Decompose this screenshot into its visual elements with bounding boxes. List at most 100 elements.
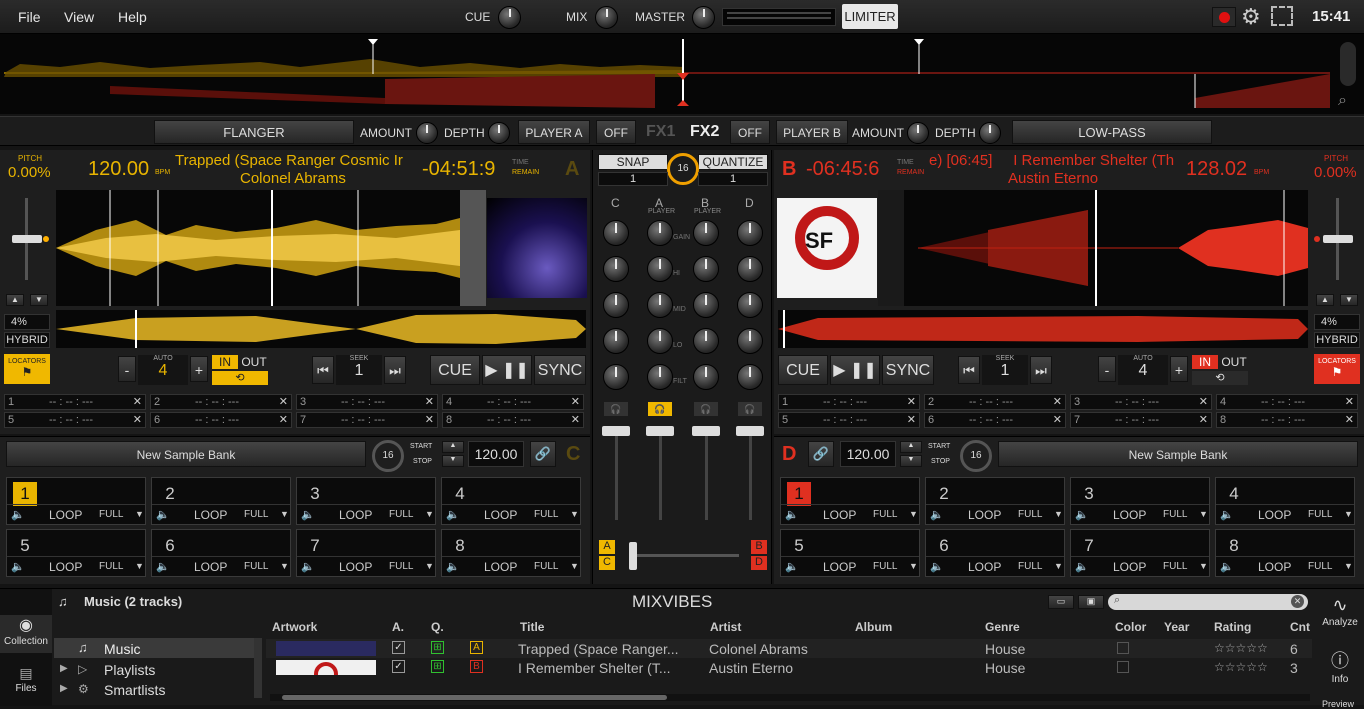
cue-volume-knob[interactable]	[498, 6, 521, 29]
mixer-filt-knob[interactable]	[603, 364, 629, 390]
deck-a-cue-delete-icon[interactable]: ✕	[571, 413, 580, 427]
mixer-gain-knob[interactable]	[603, 220, 629, 246]
mixer-mid-knob[interactable]	[603, 292, 629, 318]
deck-b-mode[interactable]: HYBRID	[1314, 332, 1360, 348]
tree-item-playlists[interactable]: ▶ ▷ Playlists	[54, 660, 254, 680]
mixer-channel-fader[interactable]	[736, 426, 764, 436]
deck-a-cue-delete-icon[interactable]: ✕	[571, 395, 580, 409]
deck-a-cue-delete-icon[interactable]: ✕	[279, 413, 288, 427]
deck-b-cue-delete-icon[interactable]: ✕	[1345, 413, 1354, 427]
mixer-gain-knob[interactable]	[737, 220, 763, 246]
sampler-d-pad-chevron-down-icon[interactable]: ▼	[1054, 561, 1063, 571]
sampler-c-pad-chevron-down-icon[interactable]: ▼	[135, 509, 144, 519]
sampler-c-pad-loop-button[interactable]: LOOP	[484, 560, 517, 574]
col-genre[interactable]: Genre	[985, 620, 1020, 634]
crossfader-b-assign[interactable]: B	[751, 540, 767, 554]
scrollbar-thumb[interactable]	[282, 695, 667, 700]
sampler-c-pad-loop-button[interactable]: LOOP	[339, 560, 372, 574]
row-color-swatch[interactable]	[1117, 661, 1129, 673]
mixer-headphone-cue-icon[interactable]: 🎧	[738, 402, 762, 416]
deck-a-mini-waveform[interactable]	[56, 310, 586, 348]
view-list-icon[interactable]: ▭	[1048, 595, 1074, 609]
search-input[interactable]: ⌕ ✕	[1108, 594, 1308, 610]
deck-a-loop-decrease[interactable]: -	[118, 356, 136, 382]
tree-item-smartlists[interactable]: ▶ ⚙ Smartlists	[54, 680, 254, 700]
sampler-d-pad-loop-button[interactable]: LOOP	[823, 560, 856, 574]
deck-b-cue-point[interactable]: 8 -- : -- : --- ✕	[1216, 412, 1358, 428]
sampler-d-pad-loop-button[interactable]: LOOP	[968, 508, 1001, 522]
fx2-effect-select[interactable]: LOW-PASS	[1012, 120, 1212, 144]
settings-gear-icon[interactable]: ⚙	[1241, 4, 1261, 30]
mix-knob[interactable]	[595, 6, 618, 29]
fx1-off-button[interactable]: OFF	[596, 120, 636, 144]
deck-b-pitch-range[interactable]: 4%	[1314, 314, 1360, 330]
deck-a-pitch-down[interactable]: ▼	[30, 294, 48, 306]
sampler-d-sample-pad[interactable]: 4 🔈 LOOP FULL ▼	[1215, 477, 1355, 525]
crossfader[interactable]	[629, 542, 637, 570]
sampler-d-pad-mode-select[interactable]: FULL	[1308, 561, 1332, 572]
sampler-d-bpm-down[interactable]: ▼	[900, 455, 922, 467]
deck-a-seek-forward[interactable]: ⏭	[384, 356, 406, 384]
deck-a-loop-in[interactable]: IN	[212, 355, 238, 369]
mixer-headphone-cue-icon[interactable]: 🎧	[648, 402, 672, 416]
fx1-depth-knob[interactable]	[488, 122, 510, 144]
sampler-c-pad-chevron-down-icon[interactable]: ▼	[280, 561, 289, 571]
fx2-amount-knob[interactable]	[907, 122, 929, 144]
expand-arrow-icon[interactable]: ▶	[60, 683, 68, 694]
deck-b-locators-button[interactable]: LOCATORS ⚑	[1314, 354, 1360, 384]
sampler-c-link-icon[interactable]: 🔗	[530, 441, 556, 467]
deck-b-auto-loop[interactable]: AUTO 4	[1118, 355, 1168, 385]
deck-b-loop-out[interactable]: OUT	[1220, 355, 1248, 369]
menu-file[interactable]: File	[18, 9, 41, 25]
deck-a-cue-point[interactable]: 1 -- : -- : --- ✕	[4, 394, 146, 410]
sampler-c-pad-chevron-down-icon[interactable]: ▼	[570, 561, 579, 571]
col-album[interactable]: Album	[855, 620, 892, 634]
sampler-c-pad-mode-select[interactable]: FULL	[389, 509, 413, 520]
mixer-filt-knob[interactable]	[647, 364, 673, 390]
sampler-d-sample-pad[interactable]: 3 🔈 LOOP FULL ▼	[1070, 477, 1210, 525]
sampler-d-pad-mode-select[interactable]: FULL	[1163, 561, 1187, 572]
sampler-c-bank-select[interactable]: New Sample Bank	[6, 441, 366, 467]
sampler-c-sample-pad[interactable]: 4 🔈 LOOP FULL ▼	[441, 477, 581, 525]
col-count[interactable]: Cnt	[1290, 620, 1310, 634]
sampler-d-pad-speaker-icon[interactable]: 🔈	[1075, 508, 1089, 521]
deck-b-cue-delete-icon[interactable]: ✕	[1053, 395, 1062, 409]
quantize-button[interactable]: QUANTIZE	[698, 154, 768, 170]
fx1-amount-knob[interactable]	[416, 122, 438, 144]
sampler-d-sample-pad[interactable]: 8 🔈 LOOP FULL ▼	[1215, 529, 1355, 577]
sampler-c-pad-mode-select[interactable]: FULL	[534, 561, 558, 572]
deck-b-mini-waveform[interactable]	[778, 310, 1308, 348]
mixer-lo-knob[interactable]	[693, 328, 719, 354]
sampler-d-pad-chevron-down-icon[interactable]: ▼	[1054, 509, 1063, 519]
quantize-value[interactable]: 1	[698, 172, 768, 186]
sampler-d-sample-pad[interactable]: 2 🔈 LOOP FULL ▼	[925, 477, 1065, 525]
fullscreen-icon[interactable]	[1271, 6, 1293, 26]
mixer-lo-knob[interactable]	[737, 328, 763, 354]
sampler-d-pad-mode-select[interactable]: FULL	[873, 509, 897, 520]
sampler-d-bpm[interactable]: 120.00	[840, 441, 896, 467]
crossfader-c-assign[interactable]: C	[599, 556, 615, 570]
deck-b-cue-point[interactable]: 4 -- : -- : --- ✕	[1216, 394, 1358, 410]
sampler-c-pad-chevron-down-icon[interactable]: ▼	[280, 509, 289, 519]
deck-b-cue-delete-icon[interactable]: ✕	[1199, 395, 1208, 409]
deck-b-cue-delete-icon[interactable]: ✕	[1199, 413, 1208, 427]
mixer-hi-knob[interactable]	[737, 256, 763, 282]
sampler-d-pad-loop-button[interactable]: LOOP	[1258, 508, 1291, 522]
sampler-c-pad-speaker-icon[interactable]: 🔈	[301, 560, 315, 573]
sampler-c-pad-chevron-down-icon[interactable]: ▼	[425, 509, 434, 519]
row-analyzed-checkbox[interactable]: ✓	[392, 660, 405, 673]
sampler-d-pad-loop-button[interactable]: LOOP	[1258, 560, 1291, 574]
sampler-d-pad-loop-button[interactable]: LOOP	[823, 508, 856, 522]
sampler-c-pad-mode-select[interactable]: FULL	[244, 509, 268, 520]
sampler-d-pad-chevron-down-icon[interactable]: ▼	[1344, 561, 1353, 571]
sampler-c-pad-speaker-icon[interactable]: 🔈	[11, 560, 25, 573]
menu-view[interactable]: View	[64, 9, 94, 25]
sampler-d-pad-mode-select[interactable]: FULL	[1308, 509, 1332, 520]
sampler-d-sample-pad[interactable]: 1 🔈 LOOP FULL ▼	[780, 477, 920, 525]
sampler-c-sample-pad[interactable]: 6 🔈 LOOP FULL ▼	[151, 529, 291, 577]
sampler-c-pad-speaker-icon[interactable]: 🔈	[446, 560, 460, 573]
tree-scrollbar[interactable]	[254, 638, 262, 698]
col-a[interactable]: A.	[392, 620, 404, 634]
sampler-c-sample-pad[interactable]: 5 🔈 LOOP FULL ▼	[6, 529, 146, 577]
sampler-c-pad-speaker-icon[interactable]: 🔈	[156, 560, 170, 573]
